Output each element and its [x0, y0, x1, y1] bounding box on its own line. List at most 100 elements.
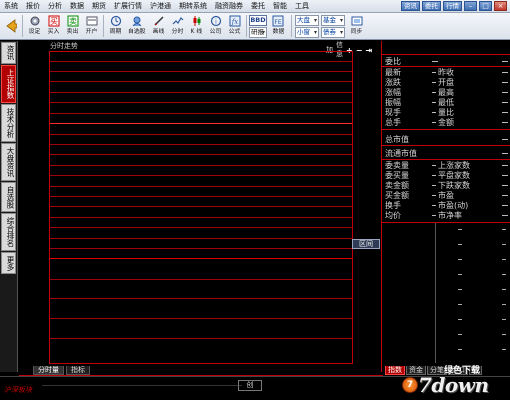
cycle-button[interactable]: 周期 — [106, 13, 125, 39]
grid-line — [50, 206, 352, 207]
bbd-group: BBD 研报 — [249, 15, 267, 38]
status-ticker-line — [42, 385, 242, 386]
back-arrow-icon[interactable] — [3, 16, 17, 36]
order-button[interactable]: 委托 — [422, 1, 441, 11]
tab-indicator[interactable]: 指标 — [66, 366, 90, 375]
sell-button[interactable]: 卖 卖出 — [63, 13, 82, 39]
grid-line — [50, 102, 352, 103]
side-tab-technical[interactable]: 技术分析 — [1, 104, 16, 142]
menu-order[interactable]: 委托 — [247, 0, 269, 13]
quote-divider — [382, 129, 510, 130]
order-dash — [502, 244, 506, 245]
status-center-box[interactable]: 创 — [238, 380, 262, 391]
settings-button[interactable]: 设定 — [25, 13, 44, 39]
company-button[interactable]: i 公司 — [206, 13, 225, 39]
menu-futures[interactable]: 期货 — [88, 0, 110, 13]
menu-extended-quotes[interactable]: 扩展行情 — [110, 0, 146, 13]
status-sector-text[interactable]: 沪深板块 — [4, 385, 32, 395]
quote-label: 量比 — [438, 108, 454, 117]
quote-value-dash — [502, 139, 508, 140]
menu-margin-trading[interactable]: 融资融券 — [211, 0, 247, 13]
grid-line — [50, 165, 352, 166]
chart-bottom-tabs: 分时量 指标 — [19, 366, 379, 375]
maximize-button[interactable]: □ — [479, 1, 492, 11]
menu-data[interactable]: 数据 — [66, 0, 88, 13]
menu-transfer-system[interactable]: 期转系统 — [175, 0, 211, 13]
quote-divider — [382, 66, 510, 67]
quote-label: 现手 — [385, 108, 401, 117]
side-tab-ranking[interactable]: 综合排名 — [1, 213, 16, 251]
quote-row: 买金额 市盈 — [382, 191, 510, 200]
svg-text:卖: 卖 — [69, 17, 77, 26]
quote-value-dash — [432, 72, 436, 73]
quote-label: 总市值 — [385, 135, 409, 144]
quote-value-dash — [432, 205, 436, 206]
order-dash — [458, 289, 462, 290]
grid-line-mid — [50, 123, 352, 124]
grid-line — [50, 61, 352, 62]
quote-button[interactable]: 行情 — [443, 1, 462, 11]
menu-smart[interactable]: 智能 — [269, 0, 291, 13]
data-button[interactable]: FE 数据 — [267, 13, 289, 39]
quote-row: 委比 — [382, 57, 510, 66]
open-account-button[interactable]: 开户 — [82, 13, 101, 39]
quote-row: 涨跌 开盘 — [382, 78, 510, 87]
grid-line — [50, 217, 352, 218]
zoom-out-icon[interactable]: − — [356, 46, 363, 55]
quote-value-dash — [502, 205, 508, 206]
buy-button[interactable]: 买 买入 — [44, 13, 63, 39]
fund-dropdown[interactable]: 基金 — [321, 15, 345, 26]
svg-text:买: 买 — [50, 17, 58, 26]
order-dash — [458, 274, 462, 275]
quote-label: 市盈(动) — [438, 201, 469, 210]
watermark-badge-text: 7 — [406, 380, 414, 390]
menu-system[interactable]: 系统 — [0, 0, 22, 13]
side-tab-market-news[interactable]: 大盘资讯 — [1, 143, 16, 181]
draw-line-button[interactable]: 画线 — [149, 13, 168, 39]
favorites-icon — [132, 16, 142, 27]
chart-title: 分时走势 — [50, 42, 78, 50]
menu-tools[interactable]: 工具 — [291, 0, 313, 13]
kline-icon — [193, 16, 200, 26]
small-window-dropdown[interactable]: 小窗 — [295, 27, 319, 38]
quote-row: 流通市值 — [382, 149, 510, 158]
toolbar: 设定 买 买入 卖 卖出 开户 周期 自选股 画线 分时 K 线 i 公司 fx… — [0, 13, 510, 40]
bbd-button[interactable]: BBD — [249, 15, 267, 26]
timeshare-icon — [172, 17, 183, 25]
quote-value-dash — [502, 215, 508, 216]
menu-analysis[interactable]: 分析 — [44, 0, 66, 13]
market-dropdown[interactable]: 大盘 — [295, 15, 319, 26]
favorites-button[interactable]: 自选股 — [125, 13, 149, 39]
quote-label: 下跌家数 — [438, 181, 470, 190]
news-button[interactable]: 资讯 — [401, 1, 420, 11]
close-button[interactable]: × — [494, 1, 507, 11]
watermark-logo: 7 绿色下载 7down — [396, 363, 504, 397]
sync-button[interactable]: 同步 — [347, 13, 366, 39]
quote-label: 委比 — [385, 57, 401, 66]
side-tab-news[interactable]: 资讯 — [1, 42, 16, 64]
formula-label: 公式 — [228, 27, 241, 35]
side-tab-sh-index[interactable]: 上证指数 — [1, 65, 16, 103]
quote-value-dash — [432, 195, 436, 196]
chart-grid[interactable] — [49, 51, 353, 364]
quote-divider — [382, 222, 510, 223]
minimize-button[interactable]: – — [464, 1, 477, 11]
tab-volume[interactable]: 分时量 — [33, 366, 64, 375]
quote-value-dash — [502, 92, 508, 93]
expand-icon[interactable]: ⇥ — [365, 46, 372, 55]
menu-quote[interactable]: 报价 — [22, 0, 44, 13]
research-dropdown[interactable]: 研报 — [249, 27, 267, 38]
quote-code-header — [382, 41, 510, 55]
quote-label: 上涨家数 — [438, 161, 470, 170]
cycle-icon — [110, 15, 121, 27]
menu-hk-connect[interactable]: 沪港通 — [146, 0, 175, 13]
kline-button[interactable]: K 线 — [187, 13, 206, 39]
quote-value-dash — [502, 112, 508, 113]
range-button[interactable]: 区间 — [352, 239, 380, 249]
formula-button[interactable]: fx 公式 — [225, 13, 244, 39]
grid-line — [50, 144, 352, 145]
side-tab-favorites[interactable]: 自选股 — [1, 182, 16, 212]
bond-dropdown[interactable]: 债券 — [321, 27, 345, 38]
timeshare-button[interactable]: 分时 — [168, 13, 187, 39]
side-tab-more[interactable]: 更多 — [1, 252, 16, 274]
